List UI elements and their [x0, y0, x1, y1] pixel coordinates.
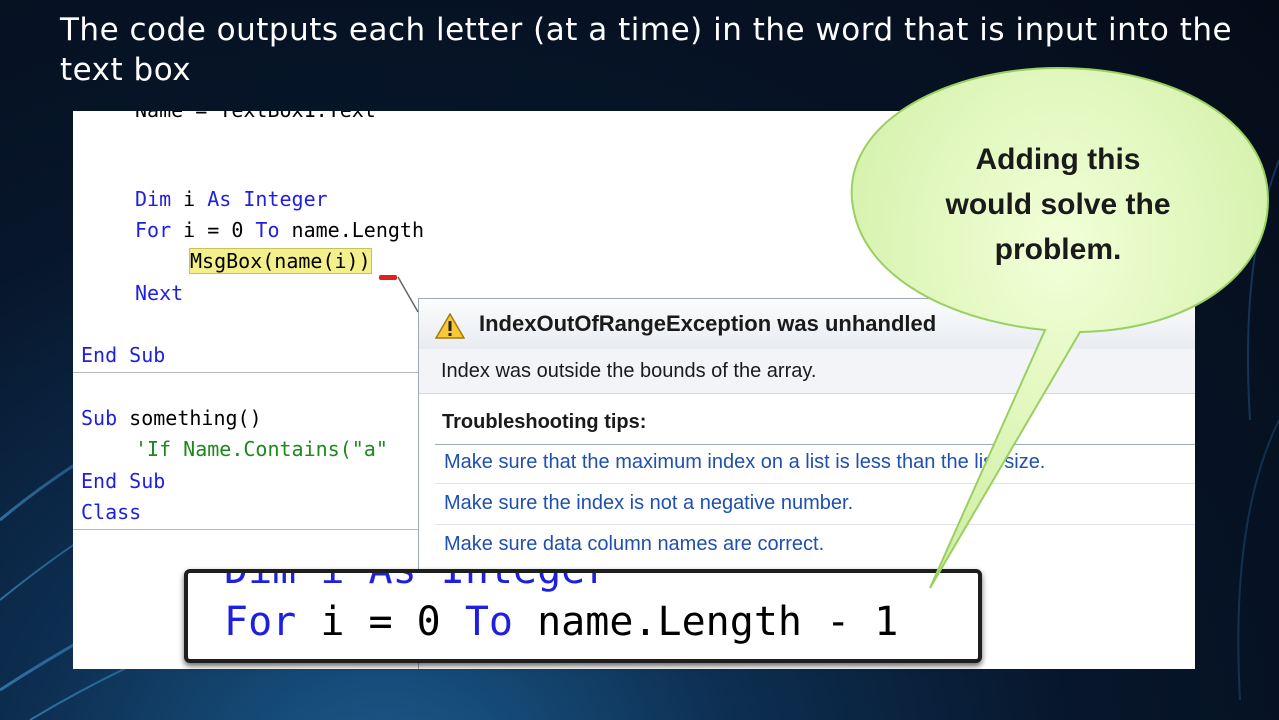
tip-link[interactable]: Make sure the index is not a negative nu…	[444, 492, 853, 515]
code-line-comment: 'If Name.Contains("a"	[135, 437, 388, 461]
code-line-for: For i = 0 To name.Length	[135, 217, 424, 243]
keyword-dim: Dim	[135, 187, 172, 211]
callout-text: Adding this would solve the problem.	[908, 137, 1208, 272]
zoom-init: i = 0	[296, 599, 465, 645]
for-bound: name.Length	[279, 218, 425, 242]
exception-title: IndexOutOfRangeException was unhandled	[479, 311, 937, 336]
keyword-to: To	[255, 218, 280, 242]
keyword-class: Class	[81, 500, 142, 524]
keyword-integer: Integer	[243, 187, 328, 211]
code-line-next: Next	[135, 280, 183, 306]
keyword-end-sub: End Sub	[81, 343, 166, 367]
tips-heading: Troubleshooting tips:	[442, 411, 647, 433]
keyword-next: Next	[135, 281, 184, 305]
tip-link[interactable]: Make sure that the maximum index on a li…	[444, 451, 1045, 474]
zoom-ghost-line: Dim i As Integer	[224, 569, 610, 593]
tip-divider	[435, 524, 1195, 525]
warning-icon	[434, 312, 466, 344]
keyword-end-sub-2: End Sub	[81, 469, 166, 493]
tip-divider	[435, 483, 1195, 484]
tip-link[interactable]: Make sure data column names are correct.	[444, 533, 824, 556]
zoomed-code-inset: Dim i As Integer For i = 0 To name.Lengt…	[184, 569, 982, 663]
callout-line: would solve the	[945, 188, 1171, 221]
dialog-header: IndexOutOfRangeException was unhandled	[419, 299, 1195, 350]
zoom-bound: name.Length - 1	[513, 599, 899, 645]
code-line-end-sub: End Sub	[81, 342, 165, 368]
code-line-msgbox: MsgBox(name(i))	[189, 248, 372, 274]
code-line-partial: Name = TextBox1.Text	[135, 111, 376, 123]
class-separator	[73, 529, 418, 530]
dim-variable: i	[171, 187, 208, 211]
code-line-class: Class	[81, 499, 141, 525]
slide-headline: The code outputs each letter (at a time)…	[60, 12, 1233, 88]
keyword-for: For	[135, 218, 172, 242]
code-line-dim: Dim i As Integer	[135, 186, 328, 212]
code-line-end-sub-2: End Sub	[81, 468, 165, 494]
callout-line: problem.	[994, 233, 1122, 266]
zoom-keyword-for: For	[224, 599, 297, 645]
callout-line: Adding this	[975, 143, 1141, 176]
zoomed-fixed-for-line: For i = 0 To name.Length - 1	[224, 599, 898, 645]
code-line-sub: Sub something()	[81, 405, 262, 431]
keyword-sub: Sub	[81, 406, 118, 430]
exception-message-bar: Index was outside the bounds of the arra…	[419, 349, 1195, 394]
error-squiggle	[379, 275, 397, 280]
exception-message: Index was outside the bounds of the arra…	[441, 360, 817, 382]
highlighted-statement[interactable]: MsgBox(name(i))	[189, 248, 372, 274]
keyword-as: As	[207, 187, 232, 211]
zoom-keyword-to: To	[464, 599, 513, 645]
sub-name: something()	[117, 406, 262, 430]
method-separator	[73, 372, 418, 373]
for-init: i = 0	[171, 218, 256, 242]
